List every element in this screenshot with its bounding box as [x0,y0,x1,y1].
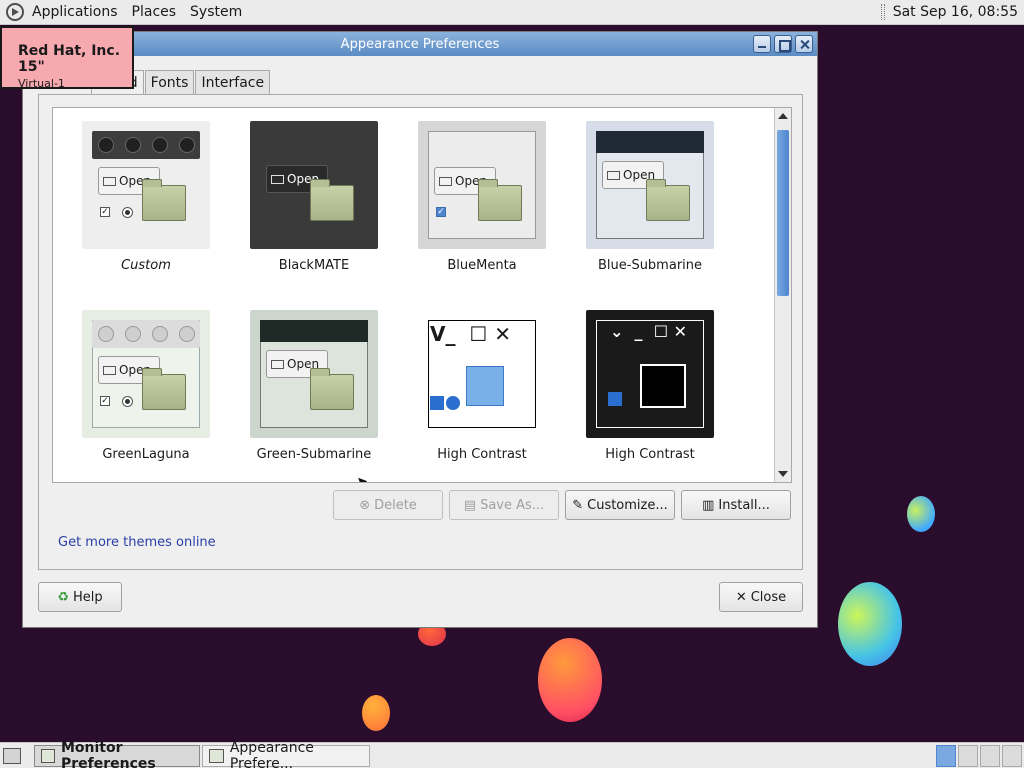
menu-applications[interactable]: Applications [32,4,118,20]
tab-fonts[interactable]: Fonts [144,70,195,94]
menu-system[interactable]: System [190,4,242,20]
radio-preview [122,207,133,218]
theme-item-high-contrast-inverse[interactable]: ⌄ _ ☐ ✕ High Contrast [572,310,728,462]
title-buttons-preview: ⌄ _ ☐ ✕ [610,322,688,341]
install-button[interactable]: ▥ Install... [681,490,791,520]
minimize-button[interactable] [753,35,771,53]
workspace-4[interactable] [1002,745,1022,767]
theme-item-greenlaguna[interactable]: Open ✓ GreenLaguna [68,310,224,462]
theme-item-blue-submarine[interactable]: Open Blue-Submarine [572,121,728,273]
monitor-label-osd: Red Hat, Inc. 15" Virtual-1 [0,26,134,90]
theme-grid-scrollbar[interactable] [774,108,791,482]
folder-icon [466,366,504,406]
appearance-preferences-window: Appearance Preferences round Fonts Inter… [22,31,818,628]
theme-name: High Contrast [605,447,695,462]
checkbox-preview: ✓ [436,207,446,217]
bottom-panel: Monitor Preferences Appearance Prefere..… [0,740,1024,768]
theme-item-green-submarine[interactable]: Open Green-Submarine [236,310,392,462]
theme-preview: Open [586,121,714,249]
checkbox-preview [608,392,622,406]
title-buttons-preview [92,320,200,348]
radio-preview [446,396,460,410]
monitor-icon [41,749,55,763]
theme-name: BlackMATE [278,258,350,273]
clock[interactable]: Sat Sep 16, 08:55 [893,4,1018,20]
theme-item-custom[interactable]: Open ✓ Custom [68,121,224,273]
desktop-orb [838,582,902,666]
folder-icon [640,364,686,408]
workspace-2[interactable] [958,745,978,767]
folder-icon [478,179,522,221]
close-button[interactable]: ✕ Close [719,582,803,612]
checkbox-preview: ✓ [100,396,110,406]
monitor-name: Red Hat, Inc. 15" [18,43,121,75]
theme-preview: ⌄ _ ☐ ✕ [586,310,714,438]
get-more-themes-link[interactable]: Get more themes online [58,535,216,550]
folder-icon [646,179,690,221]
theme-preview: Open ✓ [82,121,210,249]
theme-name: Blue-Submarine [597,258,703,273]
radio-preview [122,396,133,407]
top-panel: Applications Places System Sat Sep 16, 0… [0,0,1024,25]
titlebar[interactable]: Appearance Preferences [23,32,817,56]
scroll-up-arrow-icon[interactable] [778,113,788,119]
desktop-orb [538,638,602,722]
theme-item-bluementa[interactable]: Open ✓ BlueMenta [404,121,560,273]
theme-preview: Open ✓ [418,121,546,249]
theme-name: Green-Submarine [256,447,372,462]
appearance-icon [209,749,224,763]
help-button[interactable]: ♻ Help [38,582,122,612]
theme-grid: Open ✓ Custom Open BlackMATE Open ✓ Blue… [52,107,792,483]
folder-icon [310,179,354,221]
save-as-button[interactable]: ▤ Save As... [449,490,559,520]
close-icon: ✕ [735,589,747,605]
desktop-orb [362,695,390,731]
window-close-button[interactable] [795,35,813,53]
folder-icon [142,179,186,221]
workspace-1[interactable] [936,745,956,767]
theme-name: Custom [121,258,171,273]
theme-name: GreenLaguna [102,447,190,462]
theme-preview: Open [250,310,378,438]
title-buttons-preview [92,131,200,159]
scroll-thumb[interactable] [777,130,789,296]
customize-button[interactable]: ✎ Customize... [565,490,675,520]
scroll-down-arrow-icon[interactable] [778,471,788,477]
save-icon: ▤ [463,497,477,513]
theme-name: BlueMenta [447,258,517,273]
pencil-icon: ✎ [572,497,584,513]
folder-icon [310,368,354,410]
checkbox-preview: ✓ [100,207,110,217]
theme-item-high-contrast[interactable]: V_ ☐ ✕ High Contrast [404,310,560,462]
theme-name: High Contrast [437,447,527,462]
task-monitor-preferences[interactable]: Monitor Preferences [34,740,200,768]
theme-preview: Open [250,121,378,249]
folder-icon [142,368,186,410]
theme-preview: V_ ☐ ✕ [418,310,546,438]
terminal-icon: V_ ☐ ✕ [430,322,512,346]
desktop-orb [907,496,935,532]
window-title: Appearance Preferences [340,36,500,52]
task-appearance-preferences[interactable]: Appearance Prefere... [202,740,370,768]
mate-logo-icon[interactable] [6,3,24,21]
theme-preview: Open ✓ [82,310,210,438]
tab-interface[interactable]: Interface [195,70,271,94]
panel-separator [880,4,885,20]
help-icon: ♻ [57,589,69,605]
checkbox-preview [430,396,444,410]
maximize-button[interactable] [774,35,792,53]
delete-button[interactable]: ⊗ Delete [333,490,443,520]
mouse-cursor [358,475,371,482]
menu-places[interactable]: Places [132,4,177,20]
theme-item-blackmate[interactable]: Open BlackMATE [236,121,392,273]
show-desktop-icon[interactable] [3,748,21,764]
theme-panel: Open ✓ Custom Open BlackMATE Open ✓ Blue… [38,94,803,570]
install-icon: ▥ [702,497,715,513]
monitor-output: Virtual-1 [18,77,65,90]
workspace-3[interactable] [980,745,1000,767]
delete-icon: ⊗ [359,497,371,513]
